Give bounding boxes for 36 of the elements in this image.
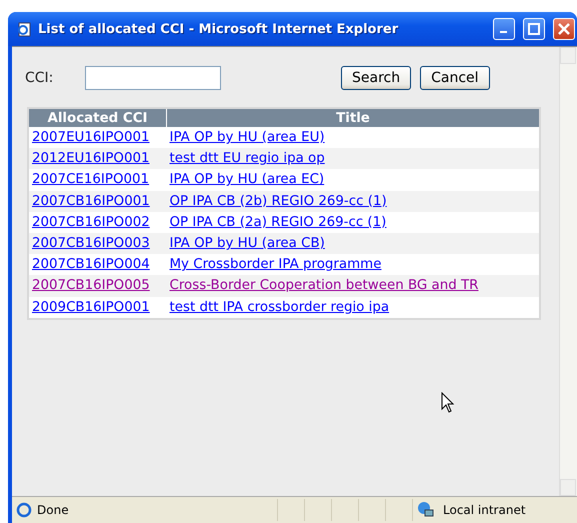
title-link[interactable]: OP IPA CB (2a) REGIO 269-cc (1) xyxy=(170,214,386,230)
title-link[interactable]: test dtt IPA crossborder regio ipa xyxy=(170,300,390,315)
cci-link[interactable]: 2009CB16IPO001 xyxy=(32,300,150,315)
column-header: Allocated CCI xyxy=(28,108,166,127)
browser-icon xyxy=(16,21,32,37)
title-link[interactable]: IPA OP by HU (area CB) xyxy=(170,236,325,252)
title-link[interactable]: OP IPA CB (2b) REGIO 269-cc (1) xyxy=(170,194,387,209)
window-title: List of allocated CCI - Microsoft Internet Explorer xyxy=(38,22,400,36)
title-link[interactable]: Cross-Border Cooperation between BG and TR xyxy=(170,278,478,294)
maximize-button[interactable] xyxy=(523,18,545,40)
globe-computer-icon xyxy=(417,501,435,519)
cci-link[interactable]: 2007CB16IPO002 xyxy=(32,214,150,230)
status-text: Done xyxy=(36,503,70,517)
cci-link[interactable]: 2007EU16IPO001 xyxy=(32,130,150,146)
search-button[interactable]: Search xyxy=(341,66,412,90)
cci-link[interactable]: 2007CE16IPO001 xyxy=(32,172,150,188)
cci-link[interactable]: 2007CB16IPO005 xyxy=(32,278,150,294)
page-icon xyxy=(15,502,33,518)
cci-input-field[interactable] xyxy=(85,66,221,90)
title-link[interactable]: test dtt EU regio ipa op xyxy=(170,151,325,166)
cancel-button[interactable]: Cancel xyxy=(420,66,490,90)
zone-text: Local intranet xyxy=(442,503,527,517)
title-link[interactable]: My Crossborder IPA programme xyxy=(170,257,382,272)
cci-link[interactable]: 2007CB16IPO004 xyxy=(32,257,150,272)
column-header: Title xyxy=(166,108,540,127)
maximize-icon xyxy=(528,23,540,35)
minimize-button[interactable] xyxy=(493,18,515,40)
mouse-cursor-icon xyxy=(441,392,455,414)
close-icon xyxy=(558,23,570,35)
title-link[interactable]: IPA OP by HU (area EU) xyxy=(170,130,325,146)
cci-link[interactable]: 2007CB16IPO001 xyxy=(32,194,150,209)
cci-link[interactable]: 2012EU16IPO001 xyxy=(32,151,150,166)
close-button[interactable] xyxy=(553,18,575,40)
cci-link[interactable]: 2007CB16IPO003 xyxy=(32,236,150,252)
title-link[interactable]: IPA OP by HU (area EC) xyxy=(170,172,324,188)
cci-label: CCI: xyxy=(25,70,54,86)
